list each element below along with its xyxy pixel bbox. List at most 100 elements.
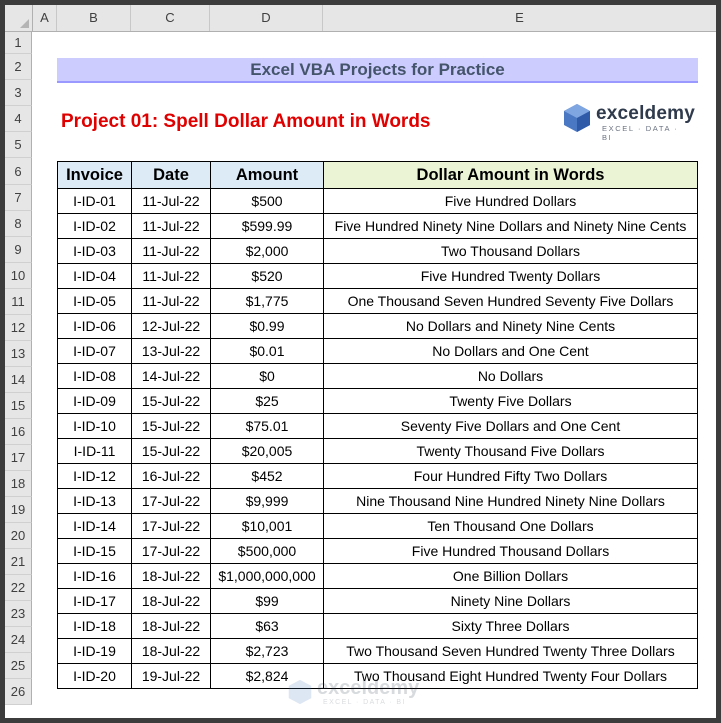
words-cell[interactable]: Five Hundred Dollars [323, 188, 698, 214]
row-header[interactable]: 10 [5, 263, 32, 289]
invoice-cell[interactable]: I-ID-19 [57, 638, 132, 664]
row-header[interactable]: 23 [5, 601, 32, 627]
row-header[interactable]: 6 [5, 158, 32, 185]
words-cell[interactable]: Nine Thousand Nine Hundred Ninety Nine D… [323, 488, 698, 514]
row-header[interactable]: 2 [5, 54, 32, 80]
row-header[interactable]: 4 [5, 106, 32, 132]
row-header[interactable]: 7 [5, 185, 32, 211]
row-header[interactable]: 24 [5, 627, 32, 653]
invoice-cell[interactable]: I-ID-04 [57, 263, 132, 289]
invoice-cell[interactable]: I-ID-12 [57, 463, 132, 489]
amount-cell[interactable]: $452 [210, 463, 324, 489]
column-header-b[interactable]: B [57, 5, 131, 31]
words-cell[interactable]: Twenty Five Dollars [323, 388, 698, 414]
column-header-c[interactable]: C [131, 5, 210, 31]
date-cell[interactable]: 15-Jul-22 [131, 413, 211, 439]
amount-cell[interactable]: $2,723 [210, 638, 324, 664]
row-header[interactable]: 9 [5, 237, 32, 263]
date-cell[interactable]: 18-Jul-22 [131, 563, 211, 589]
date-cell[interactable]: 17-Jul-22 [131, 538, 211, 564]
amount-cell[interactable]: $99 [210, 588, 324, 614]
date-cell[interactable]: 18-Jul-22 [131, 613, 211, 639]
row-header[interactable]: 8 [5, 211, 32, 237]
words-cell[interactable]: Sixty Three Dollars [323, 613, 698, 639]
header-dollar-amount-in-words[interactable]: Dollar Amount in Words [323, 161, 698, 189]
amount-cell[interactable]: $9,999 [210, 488, 324, 514]
row-header[interactable]: 18 [5, 471, 32, 497]
row-header[interactable]: 14 [5, 367, 32, 393]
date-cell[interactable]: 11-Jul-22 [131, 238, 211, 264]
amount-cell[interactable]: $63 [210, 613, 324, 639]
row-header[interactable]: 17 [5, 445, 32, 471]
date-cell[interactable]: 18-Jul-22 [131, 638, 211, 664]
words-cell[interactable]: Four Hundred Fifty Two Dollars [323, 463, 698, 489]
row-header[interactable]: 22 [5, 575, 32, 601]
row-header[interactable]: 19 [5, 497, 32, 523]
header-invoice[interactable]: Invoice [57, 161, 132, 189]
row-header[interactable]: 16 [5, 419, 32, 445]
invoice-cell[interactable]: I-ID-18 [57, 613, 132, 639]
amount-cell[interactable]: $20,005 [210, 438, 324, 464]
row-header[interactable]: 1 [5, 32, 32, 54]
words-cell[interactable]: Five Hundred Twenty Dollars [323, 263, 698, 289]
words-cell[interactable]: Twenty Thousand Five Dollars [323, 438, 698, 464]
words-cell[interactable]: No Dollars [323, 363, 698, 389]
invoice-cell[interactable]: I-ID-07 [57, 338, 132, 364]
amount-cell[interactable]: $2,824 [210, 663, 324, 689]
invoice-cell[interactable]: I-ID-10 [57, 413, 132, 439]
amount-cell[interactable]: $500 [210, 188, 324, 214]
date-cell[interactable]: 17-Jul-22 [131, 488, 211, 514]
row-header[interactable]: 13 [5, 341, 32, 367]
row-header[interactable]: 15 [5, 393, 32, 419]
amount-cell[interactable]: $500,000 [210, 538, 324, 564]
amount-cell[interactable]: $2,000 [210, 238, 324, 264]
date-cell[interactable]: 18-Jul-22 [131, 588, 211, 614]
amount-cell[interactable]: $10,001 [210, 513, 324, 539]
date-cell[interactable]: 11-Jul-22 [131, 263, 211, 289]
date-cell[interactable]: 11-Jul-22 [131, 288, 211, 314]
words-cell[interactable]: Two Thousand Seven Hundred Twenty Three … [323, 638, 698, 664]
amount-cell[interactable]: $25 [210, 388, 324, 414]
words-cell[interactable]: No Dollars and Ninety Nine Cents [323, 313, 698, 339]
amount-cell[interactable]: $0.01 [210, 338, 324, 364]
select-all-button[interactable] [5, 5, 33, 31]
date-cell[interactable]: 15-Jul-22 [131, 438, 211, 464]
amount-cell[interactable]: $0 [210, 363, 324, 389]
words-cell[interactable]: One Thousand Seven Hundred Seventy Five … [323, 288, 698, 314]
row-header[interactable]: 26 [5, 679, 32, 705]
row-header[interactable]: 12 [5, 315, 32, 341]
invoice-cell[interactable]: I-ID-05 [57, 288, 132, 314]
date-cell[interactable]: 11-Jul-22 [131, 213, 211, 239]
invoice-cell[interactable]: I-ID-01 [57, 188, 132, 214]
invoice-cell[interactable]: I-ID-11 [57, 438, 132, 464]
date-cell[interactable]: 16-Jul-22 [131, 463, 211, 489]
invoice-cell[interactable]: I-ID-08 [57, 363, 132, 389]
header-amount[interactable]: Amount [210, 161, 324, 189]
words-cell[interactable]: Seventy Five Dollars and One Cent [323, 413, 698, 439]
words-cell[interactable]: No Dollars and One Cent [323, 338, 698, 364]
words-cell[interactable]: Ninety Nine Dollars [323, 588, 698, 614]
date-cell[interactable]: 11-Jul-22 [131, 188, 211, 214]
amount-cell[interactable]: $0.99 [210, 313, 324, 339]
amount-cell[interactable]: $599.99 [210, 213, 324, 239]
header-date[interactable]: Date [131, 161, 211, 189]
invoice-cell[interactable]: I-ID-03 [57, 238, 132, 264]
invoice-cell[interactable]: I-ID-14 [57, 513, 132, 539]
invoice-cell[interactable]: I-ID-06 [57, 313, 132, 339]
row-header[interactable]: 20 [5, 523, 32, 549]
invoice-cell[interactable]: I-ID-13 [57, 488, 132, 514]
invoice-cell[interactable]: I-ID-16 [57, 563, 132, 589]
amount-cell[interactable]: $520 [210, 263, 324, 289]
words-cell[interactable]: Five Hundred Thousand Dollars [323, 538, 698, 564]
row-header[interactable]: 11 [5, 289, 32, 315]
date-cell[interactable]: 14-Jul-22 [131, 363, 211, 389]
row-header[interactable]: 3 [5, 80, 32, 106]
column-header-a[interactable]: A [33, 5, 57, 31]
words-cell[interactable]: One Billion Dollars [323, 563, 698, 589]
amount-cell[interactable]: $75.01 [210, 413, 324, 439]
words-cell[interactable]: Ten Thousand One Dollars [323, 513, 698, 539]
amount-cell[interactable]: $1,775 [210, 288, 324, 314]
amount-cell[interactable]: $1,000,000,000 [210, 563, 324, 589]
date-cell[interactable]: 19-Jul-22 [131, 663, 211, 689]
invoice-cell[interactable]: I-ID-02 [57, 213, 132, 239]
